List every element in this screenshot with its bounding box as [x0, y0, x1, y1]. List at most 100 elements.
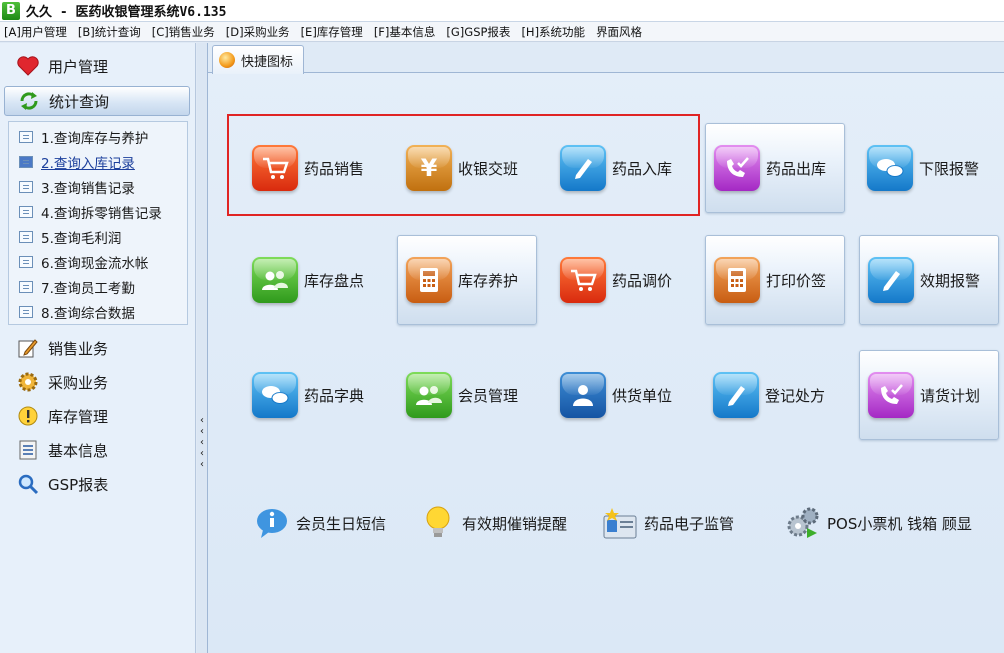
tile-drug-stock-out[interactable]: 药品出库 — [705, 123, 845, 213]
chat-icon — [252, 372, 298, 418]
sub-item-label: 2.查询入库记录 — [41, 155, 135, 172]
tile-label: 打印价签 — [766, 271, 827, 290]
sub-item-gross-profit[interactable]: 5.查询毛利润 — [9, 224, 121, 249]
list-icon — [16, 438, 40, 462]
cart-icon — [560, 257, 606, 303]
link-expiry-reminder[interactable]: 有效期催销提醒 — [418, 498, 567, 548]
tile-inventory-count[interactable]: 库存盘点 — [244, 235, 384, 325]
tab-shortcuts-label: 快捷图标 — [241, 54, 294, 70]
document-icon — [19, 305, 33, 318]
info-icon — [252, 503, 292, 543]
sub-item-attendance[interactable]: 7.查询员工考勤 — [9, 274, 135, 299]
nav-gsp-report-label: GSP报表 — [48, 475, 109, 494]
menu-inventory[interactable]: [E]库存管理 — [301, 24, 363, 40]
stats-submenu: 1.查询库存与养护 2.查询入库记录 3.查询销售记录 4.查询拆零销售记录 5… — [8, 121, 188, 325]
nav-basic-info[interactable]: 基本信息 — [4, 435, 190, 465]
menu-gsp-report[interactable]: [G]GSP报表 — [446, 24, 510, 40]
tile-drug-dictionary[interactable]: 药品字典 — [244, 350, 384, 440]
document-icon — [19, 230, 33, 243]
link-label: 有效期催销提醒 — [462, 514, 568, 533]
sub-item-summary-data[interactable]: 8.查询综合数据 — [9, 299, 135, 324]
menu-system[interactable]: [H]系统功能 — [521, 24, 585, 40]
calculator-icon — [406, 257, 452, 303]
tile-label: 药品调价 — [612, 271, 673, 290]
sub-item-sales-records[interactable]: 3.查询销售记录 — [9, 174, 135, 199]
nav-gsp-report[interactable]: GSP报表 — [4, 469, 190, 499]
phone-check-icon — [868, 372, 914, 418]
nav-user-mgmt-label: 用户管理 — [48, 57, 109, 76]
pen-icon — [713, 372, 759, 418]
nav-basic-info-label: 基本信息 — [48, 441, 109, 460]
link-label: 药品电子监管 — [644, 514, 735, 533]
tile-label: 登记处方 — [765, 386, 826, 405]
alert-icon — [16, 404, 40, 428]
nav-purchase-label: 采购业务 — [48, 373, 109, 392]
document-icon — [19, 255, 33, 268]
document-icon — [19, 180, 33, 193]
nav-purchase[interactable]: 采购业务 — [4, 367, 190, 397]
tile-inventory-care[interactable]: 库存养护 — [397, 235, 537, 325]
nav-inventory[interactable]: 库存管理 — [4, 401, 190, 431]
main-content: 快捷图标 药品销售 ¥ 收银交班 药品入库 药品出库 下限报警 库存盘点 库存养… — [207, 43, 1004, 653]
tab-strip: 快捷图标 — [208, 43, 1004, 74]
tile-supplier[interactable]: 供货单位 — [552, 350, 692, 440]
panel-splitter[interactable]: ‹ ‹ ‹ ‹ ‹ — [197, 43, 207, 653]
nav-stats[interactable]: 统计查询 — [4, 86, 190, 116]
sub-item-label: 8.查询综合数据 — [41, 305, 135, 322]
menu-stats[interactable]: [B]统计查询 — [78, 24, 141, 40]
user-icon — [560, 372, 606, 418]
sub-item-cash-flow[interactable]: 6.查询现金流水帐 — [9, 249, 148, 274]
title-bar: B 久久 - 医药收银管理系统V6.135 — [0, 0, 1004, 22]
magnifier-icon — [16, 472, 40, 496]
sub-item-stock-in-records[interactable]: 2.查询入库记录 — [9, 149, 135, 174]
phone-check-icon — [714, 145, 760, 191]
lightbulb-icon — [418, 503, 458, 543]
tile-expiry-alert[interactable]: 效期报警 — [859, 235, 999, 325]
refresh-icon — [17, 89, 41, 113]
app-logo-icon: B — [2, 1, 20, 20]
sub-item-label: 6.查询现金流水帐 — [41, 255, 149, 272]
tile-label: 药品字典 — [304, 386, 365, 405]
link-label: 会员生日短信 — [296, 514, 387, 533]
tile-label: 库存养护 — [458, 271, 519, 290]
tile-label: 库存盘点 — [304, 271, 365, 290]
nav-user-mgmt[interactable]: 用户管理 — [4, 51, 190, 81]
document-icon — [19, 280, 33, 293]
nav-sales[interactable]: 销售业务 — [4, 333, 190, 363]
sub-item-split-sales[interactable]: 4.查询拆零销售记录 — [9, 199, 162, 224]
sub-item-inventory-care[interactable]: 1.查询库存与养护 — [9, 124, 148, 149]
users-icon — [252, 257, 298, 303]
tile-print-price-tag[interactable]: 打印价签 — [705, 235, 845, 325]
tile-price-adjust[interactable]: 药品调价 — [552, 235, 692, 325]
link-birthday-sms[interactable]: 会员生日短信 — [252, 498, 386, 548]
menu-bar: [A]用户管理 [B]统计查询 [C]销售业务 [D]采购业务 [E]库存管理 … — [0, 22, 1004, 42]
tile-label: 供货单位 — [612, 386, 673, 405]
collapse-arrows-icon[interactable]: ‹ ‹ ‹ ‹ ‹ — [197, 415, 207, 470]
link-e-supervision[interactable]: 药品电子监管 — [600, 498, 734, 548]
nav-stats-label: 统计查询 — [49, 92, 110, 111]
link-label: POS小票机 钱箱 顾显 — [827, 514, 972, 533]
tile-member-mgmt[interactable]: 会员管理 — [398, 350, 538, 440]
link-pos-devices[interactable]: POS小票机 钱箱 顾显 — [783, 498, 972, 548]
tile-label: 请货计划 — [920, 386, 981, 405]
menu-user-mgmt[interactable]: [A]用户管理 — [4, 24, 67, 40]
menu-purchase[interactable]: [D]采购业务 — [226, 24, 290, 40]
tile-prescription-reg[interactable]: 登记处方 — [705, 350, 845, 440]
tab-shortcuts[interactable]: 快捷图标 — [212, 45, 304, 74]
tile-purchase-plan[interactable]: 请货计划 — [859, 350, 999, 440]
calculator-icon — [714, 257, 760, 303]
tile-label: 下限报警 — [919, 159, 980, 178]
highlight-box — [227, 114, 700, 216]
sub-item-label: 3.查询销售记录 — [41, 180, 135, 197]
pen-icon — [868, 257, 914, 303]
gears-icon — [783, 503, 823, 543]
menu-sales[interactable]: [C]销售业务 — [152, 24, 215, 40]
tile-low-alert[interactable]: 下限报警 — [859, 123, 999, 213]
heart-icon — [16, 54, 40, 78]
orb-icon — [219, 52, 235, 68]
menu-basic-info[interactable]: [F]基本信息 — [374, 24, 436, 40]
id-card-icon — [600, 503, 640, 543]
nav-inventory-label: 库存管理 — [48, 407, 109, 426]
menu-theme[interactable]: 界面风格 — [596, 24, 642, 40]
sub-item-label: 1.查询库存与养护 — [41, 130, 149, 147]
